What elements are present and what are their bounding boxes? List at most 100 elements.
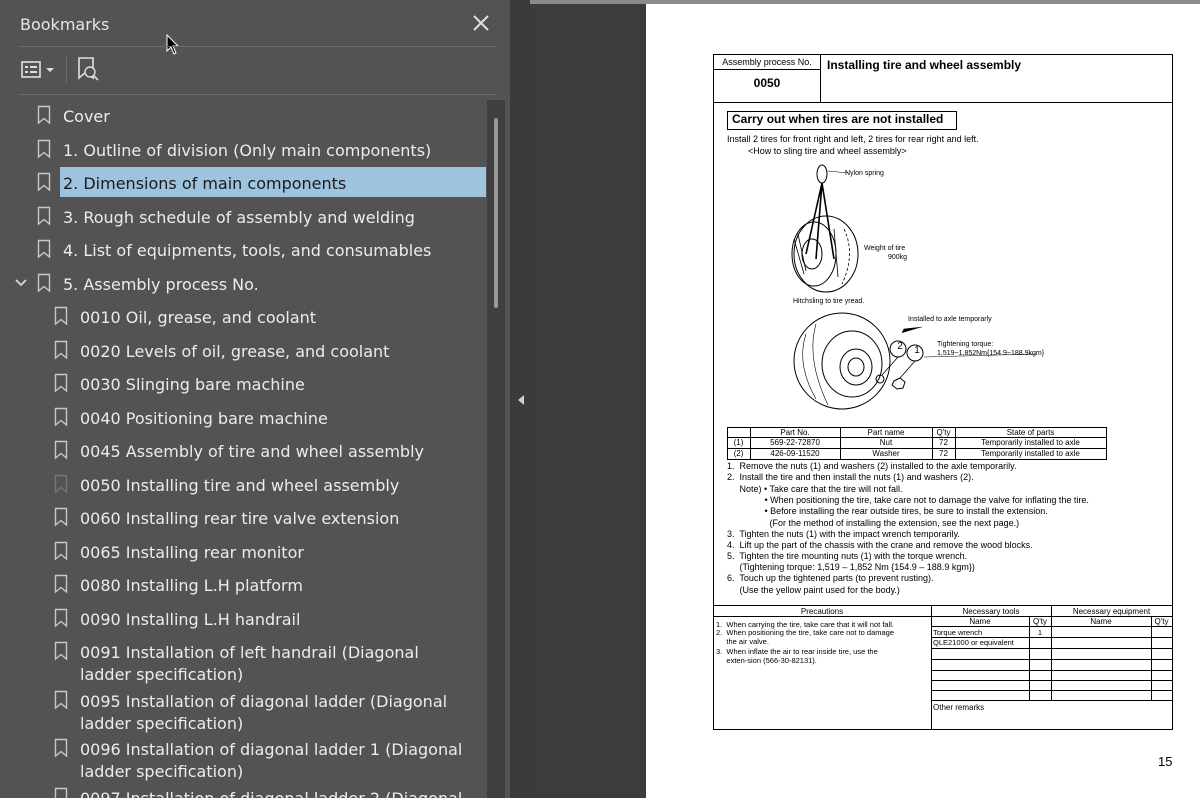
bookmark-icon [54,541,68,561]
bookmark-icon [54,641,68,661]
bookmark-label: 2. Dimensions of main components [63,174,347,193]
scrollbar-thumb[interactable] [494,118,498,308]
bookmark-label: 0065 Installing rear monitor [80,543,304,562]
bookmark-label: 0096 Installation of diagonal ladder 1 (… [80,740,463,781]
callout-2: 2 [897,341,903,352]
bookmark-label: 0040 Positioning bare machine [80,409,328,428]
bookmark-icon [54,440,68,460]
close-panel-button[interactable] [470,12,492,34]
rule [1172,102,1173,606]
process-number: 0050 [753,76,781,90]
page-number: 15 [1158,754,1173,769]
options-menu-button[interactable] [20,59,58,81]
pdf-page: Assembly process No. 0050 Installing tir… [646,4,1200,798]
bookmark-item[interactable]: 0091 Installation of left handrail (Diag… [0,636,486,684]
bookmark-label: 0080 Installing L.H platform [80,576,303,595]
bookmark-item[interactable]: 0040 Positioning bare machine [0,402,486,434]
bookmark-label: Cover [63,107,110,126]
tire-sling-diagram [791,164,1037,410]
bookmark-item[interactable]: 0030 Slinging bare machine [0,368,486,400]
chevron-down-icon[interactable] [14,278,28,288]
bookmark-item[interactable]: 4. List of equipments, tools, and consum… [0,234,486,266]
other-remarks-label: Other remarks [933,703,985,712]
bookmark-icon [54,474,68,494]
bookmark-icon [54,340,68,360]
bookmark-item[interactable]: 1. Outline of division (Only main compon… [0,134,486,166]
table-cell: Temporarily installed to axle [981,438,1080,447]
step-line: 5. Tighten the tire mounting nuts (1) wi… [727,551,968,561]
bookmark-item[interactable]: 0010 Oil, grease, and coolant [0,301,486,333]
bookmarks-list: Cover 1. Outline of division (Only main c… [0,100,486,798]
bookmark-icon [54,787,68,798]
bookmark-icon [54,574,68,594]
close-icon [473,15,489,31]
precaution-line: 2. When positioning the tire, take care … [716,628,895,637]
bookmark-item[interactable]: 0090 Installing L.H handrail [0,603,486,635]
bookmark-label: 0010 Oil, grease, and coolant [80,308,317,327]
bookmark-item[interactable]: 0096 Installation of diagonal ladder 1 (… [0,733,486,781]
step-line: • When positioning the tire, take care n… [727,495,1089,505]
fig-label-weight: Weight of tire [864,245,906,252]
tool-name: QLE21000 or equivalent [933,638,1014,647]
doc-title: Installing tire and wheel assembly [827,58,1022,72]
bookmark-item[interactable]: 0097 Installation of diagonal ladder 2 (… [0,782,486,798]
bookmark-item[interactable]: 0065 Installing rear monitor [0,536,486,568]
bookmark-label: 0020 Levels of oil, grease, and coolant [80,342,390,361]
bookmark-label: 0030 Slinging bare machine [80,375,305,394]
panel-header: Bookmarks [0,0,510,48]
new-bookmark-icon [78,57,99,81]
bookmark-icon [54,738,68,758]
bookmarks-scrollbar[interactable] [487,100,505,798]
bookmark-item[interactable]: 0095 Installation of diagonal ladder (Di… [0,685,486,733]
bookmark-label: 3. Rough schedule of assembly and weldin… [63,208,415,227]
bookmark-label: 0050 Installing tire and wheel assembly [80,476,400,495]
bookmark-item[interactable]: 0020 Levels of oil, grease, and coolant [0,335,486,367]
bookmark-label: 1. Outline of division (Only main compon… [63,141,432,160]
precaution-line: exten-sion (566-30-82131). [716,656,817,665]
table-cell: Temporarily installed to axle [981,449,1080,458]
intro-line-2: <How to sling tire and wheel assembly> [748,146,907,156]
bookmark-item[interactable]: 2. Dimensions of main components [0,167,486,199]
new-bookmark-button[interactable] [76,56,100,82]
step-line: 4. Lift up the part of the chassis with … [727,540,1033,550]
bookmark-item[interactable]: 3. Rough schedule of assembly and weldin… [0,201,486,233]
table-cell: Nut [879,438,893,447]
header-divider [18,46,496,47]
bookmark-item[interactable]: 0080 Installing L.H platform [0,569,486,601]
step-line: (Tightening torque: 1,519 – 1,852 Nm {15… [727,562,975,572]
step-line: 1. Remove the nuts (1) and washers (2) i… [727,461,1017,471]
bookmark-icon [54,373,68,393]
tool-name: Torque wrench [933,628,983,637]
bookmark-item[interactable]: 0050 Installing tire and wheel assembly [0,469,486,501]
step-line: Note) • Take care that the tire will not… [727,484,903,494]
fig-label-nylon: Nylon spring [845,170,884,177]
step-line: 3. Tighten the nuts (1) with the impact … [727,529,960,539]
assembly-process-label: Assembly process No. [722,57,812,67]
step-line: • Before installing the rear outside tir… [727,506,1048,516]
bookmark-icon [37,105,51,125]
fig-label-torque: Tightening torque: [937,341,994,348]
table-cell: 426-09-11520 [770,449,820,458]
toolbar-divider [18,94,496,95]
collapse-panel-button[interactable] [514,392,528,408]
rule [713,54,1173,55]
table-cell: 569-22-72870 [770,438,820,447]
bookmark-label: 4. List of equipments, tools, and consum… [63,241,432,260]
boxed-heading: Carry out when tires are not installed [732,112,944,126]
bookmark-icon [37,139,51,159]
tools-qty-header: Q'ty [1033,617,1047,626]
step-line: 6. Touch up the tightened parts (to prev… [727,573,934,583]
chevron-left-icon [518,395,524,405]
bookmark-label: 0097 Installation of diagonal ladder 2 (… [80,788,470,798]
step-line: (For the method of installing the extens… [727,518,1020,528]
rule [1172,54,1173,103]
fig-label-torque-value: 1,519~1,852Nm{154.9~188.9kgm} [937,350,1045,357]
bookmark-label: 5. Assembly process No. [63,275,259,294]
bookmark-item[interactable]: 5. Assembly process No. [0,268,486,300]
bookmarks-panel: Bookmarks Cover 1. Outline of division (O… [0,0,510,798]
bookmark-item[interactable]: Cover [0,100,486,132]
bookmark-icon [37,206,51,226]
bookmark-item[interactable]: 0060 Installing rear tire valve extensio… [0,502,486,534]
bookmark-item[interactable]: 0045 Assembly of tire and wheel assembly [0,435,486,467]
bookmark-label: 0045 Assembly of tire and wheel assembly [80,442,424,461]
